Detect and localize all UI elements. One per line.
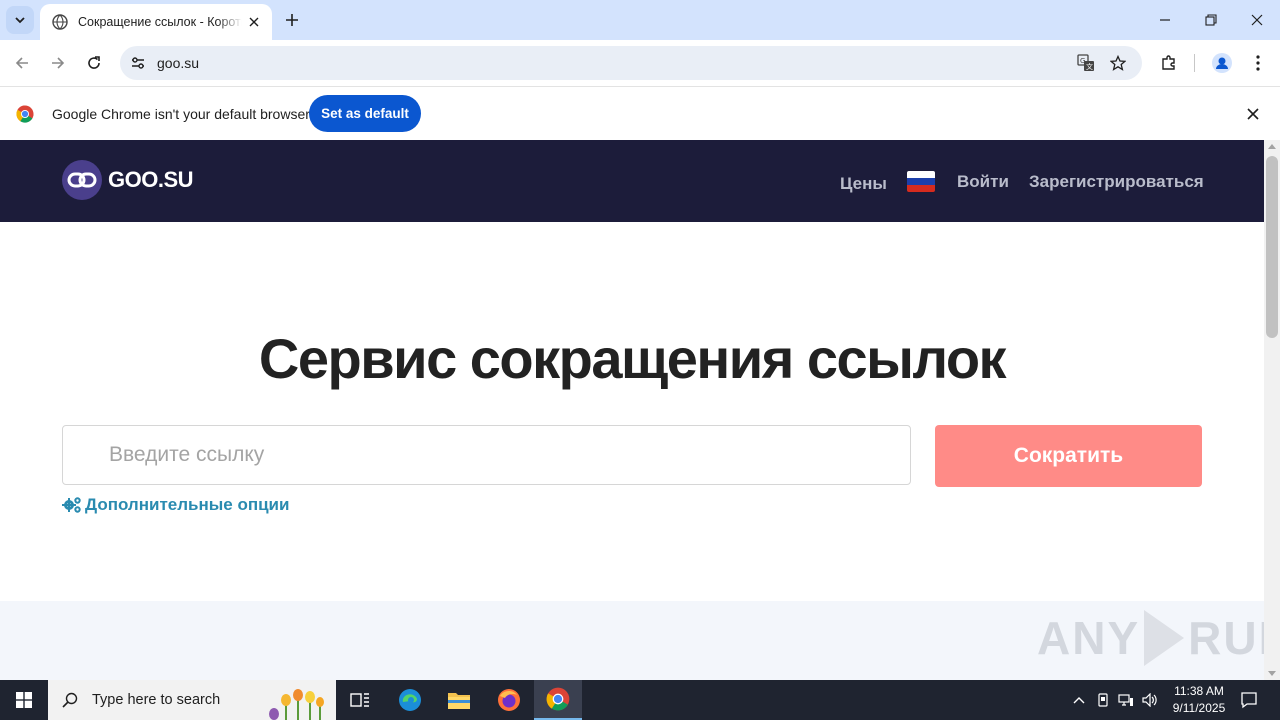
- extensions-button[interactable]: [1157, 51, 1181, 75]
- address-bar[interactable]: goo.su G文: [120, 46, 1142, 80]
- close-icon: [1247, 108, 1259, 120]
- profile-icon: [1212, 53, 1232, 73]
- active-tab[interactable]: Сокращение ссылок - Короткая ссылка: [40, 4, 272, 40]
- tab-title: Сокращение ссылок - Короткая ссылка: [78, 15, 242, 29]
- tune-icon: [132, 57, 144, 69]
- firefox-taskbar-button[interactable]: [485, 680, 533, 720]
- page-title: Сервис сокращения ссылок: [258, 327, 1007, 390]
- puzzle-icon: [1162, 55, 1175, 70]
- minimize-button[interactable]: [1153, 8, 1177, 32]
- star-icon: [1110, 55, 1126, 71]
- task-view-icon: [350, 693, 369, 707]
- arrow-right-icon: [52, 57, 65, 69]
- translate-button[interactable]: G文: [1074, 51, 1098, 75]
- browser-toolbar: goo.su G文: [0, 40, 1280, 86]
- arrow-left-icon: [15, 57, 28, 69]
- chevron-down-icon: [15, 17, 25, 24]
- anyrun-watermark: ANY RUN: [1037, 610, 1264, 666]
- restore-button[interactable]: [1199, 8, 1223, 32]
- tab-close-button[interactable]: [246, 14, 262, 30]
- chrome-logo-icon: [16, 105, 34, 123]
- svg-text:G: G: [1080, 57, 1085, 65]
- folder-icon: [448, 693, 470, 709]
- bookmark-button[interactable]: [1106, 51, 1130, 75]
- default-browser-infobar: Google Chrome isn't your default browser…: [0, 86, 1280, 140]
- task-view-button[interactable]: [336, 680, 384, 720]
- tab-search-button[interactable]: [6, 6, 34, 34]
- windows-taskbar: Type here to search 11:38 AM 9/11/2025: [0, 680, 1280, 720]
- more-vertical-icon: [1256, 55, 1260, 71]
- menu-button[interactable]: [1246, 51, 1270, 75]
- url-input[interactable]: [62, 425, 911, 485]
- site-settings-button[interactable]: [126, 51, 150, 75]
- close-window-button[interactable]: [1245, 8, 1269, 32]
- tray-overflow-button[interactable]: [1070, 691, 1088, 709]
- scroll-thumb[interactable]: [1266, 156, 1278, 338]
- forward-button[interactable]: [46, 51, 70, 75]
- chrome-taskbar-button[interactable]: [534, 680, 582, 720]
- infobar-close-button[interactable]: [1244, 105, 1262, 123]
- site-logo[interactable]: GOO.SU: [62, 160, 194, 200]
- toolbar-separator: [1194, 54, 1195, 72]
- gears-icon: [62, 497, 81, 513]
- svg-text:文: 文: [1086, 62, 1093, 71]
- windows-logo-icon: [16, 692, 32, 708]
- tray-network-button[interactable]: [1117, 691, 1135, 709]
- back-button[interactable]: [10, 51, 34, 75]
- clock-time: 11:38 AM: [1174, 684, 1224, 698]
- start-button[interactable]: [0, 680, 48, 720]
- plus-icon: [286, 14, 298, 26]
- options-link-label: Дополнительные опции: [85, 495, 290, 514]
- logo-text: GOO.SU: [108, 167, 194, 192]
- tray-volume-button[interactable]: [1141, 691, 1159, 709]
- volume-icon: [1142, 693, 1157, 707]
- chevron-up-icon: [1073, 697, 1085, 704]
- taskbar-search-placeholder: Type here to search: [92, 692, 221, 708]
- page-scrollbar[interactable]: [1264, 140, 1280, 680]
- shorten-button[interactable]: Сократить: [935, 425, 1202, 487]
- edge-icon: [399, 689, 421, 711]
- chain-link-icon: [62, 160, 102, 200]
- taskbar-clock[interactable]: 11:38 AM 9/11/2025: [1160, 683, 1238, 717]
- firefox-icon: [498, 689, 520, 711]
- edge-taskbar-button[interactable]: [386, 680, 434, 720]
- tulips-icon: [269, 689, 324, 720]
- set-default-button[interactable]: Set as default: [309, 95, 421, 132]
- search-icon: [62, 692, 78, 708]
- new-tab-button[interactable]: [282, 10, 302, 30]
- reload-button[interactable]: [82, 51, 106, 75]
- restore-icon: [1205, 14, 1217, 26]
- minimize-icon: [1160, 19, 1170, 21]
- play-icon: [1144, 610, 1185, 666]
- taskbar-search[interactable]: Type here to search: [48, 680, 336, 720]
- site-header: GOO.SU Цены Войти Зарегистрироваться: [0, 140, 1264, 222]
- additional-options-link[interactable]: Дополнительные опции: [62, 495, 289, 515]
- address-url: goo.su: [157, 55, 200, 71]
- watermark-right-text: RUN: [1188, 612, 1264, 664]
- watermark-left-text: ANY: [1037, 612, 1141, 664]
- close-icon: [1251, 14, 1263, 26]
- page-viewport: GOO.SU Цены Войти Зарегистрироваться Сер…: [0, 140, 1264, 680]
- globe-icon: [52, 14, 68, 30]
- profile-button[interactable]: [1210, 51, 1234, 75]
- chrome-icon: [546, 687, 570, 711]
- device-icon: [1098, 693, 1108, 707]
- reload-icon: [88, 56, 100, 69]
- nav-prices-link[interactable]: Цены: [840, 174, 887, 194]
- file-explorer-taskbar-button[interactable]: [435, 680, 483, 720]
- clock-date: 9/11/2025: [1172, 701, 1226, 715]
- tray-device-button[interactable]: [1094, 691, 1112, 709]
- infobar-message: Google Chrome isn't your default browser: [52, 106, 310, 122]
- network-icon: [1118, 694, 1133, 706]
- close-icon: [249, 17, 259, 27]
- russian-flag-icon[interactable]: [907, 171, 935, 192]
- scroll-down-arrow-icon[interactable]: [1268, 671, 1276, 676]
- translate-icon: G文: [1077, 54, 1094, 71]
- nav-register-link[interactable]: Зарегистрироваться: [1029, 172, 1204, 192]
- tab-strip: Сокращение ссылок - Короткая ссылка: [0, 0, 1280, 40]
- nav-login-link[interactable]: Войти: [957, 172, 1009, 192]
- notifications-button[interactable]: [1239, 690, 1259, 710]
- notification-icon: [1241, 692, 1257, 709]
- scroll-up-arrow-icon[interactable]: [1268, 144, 1276, 149]
